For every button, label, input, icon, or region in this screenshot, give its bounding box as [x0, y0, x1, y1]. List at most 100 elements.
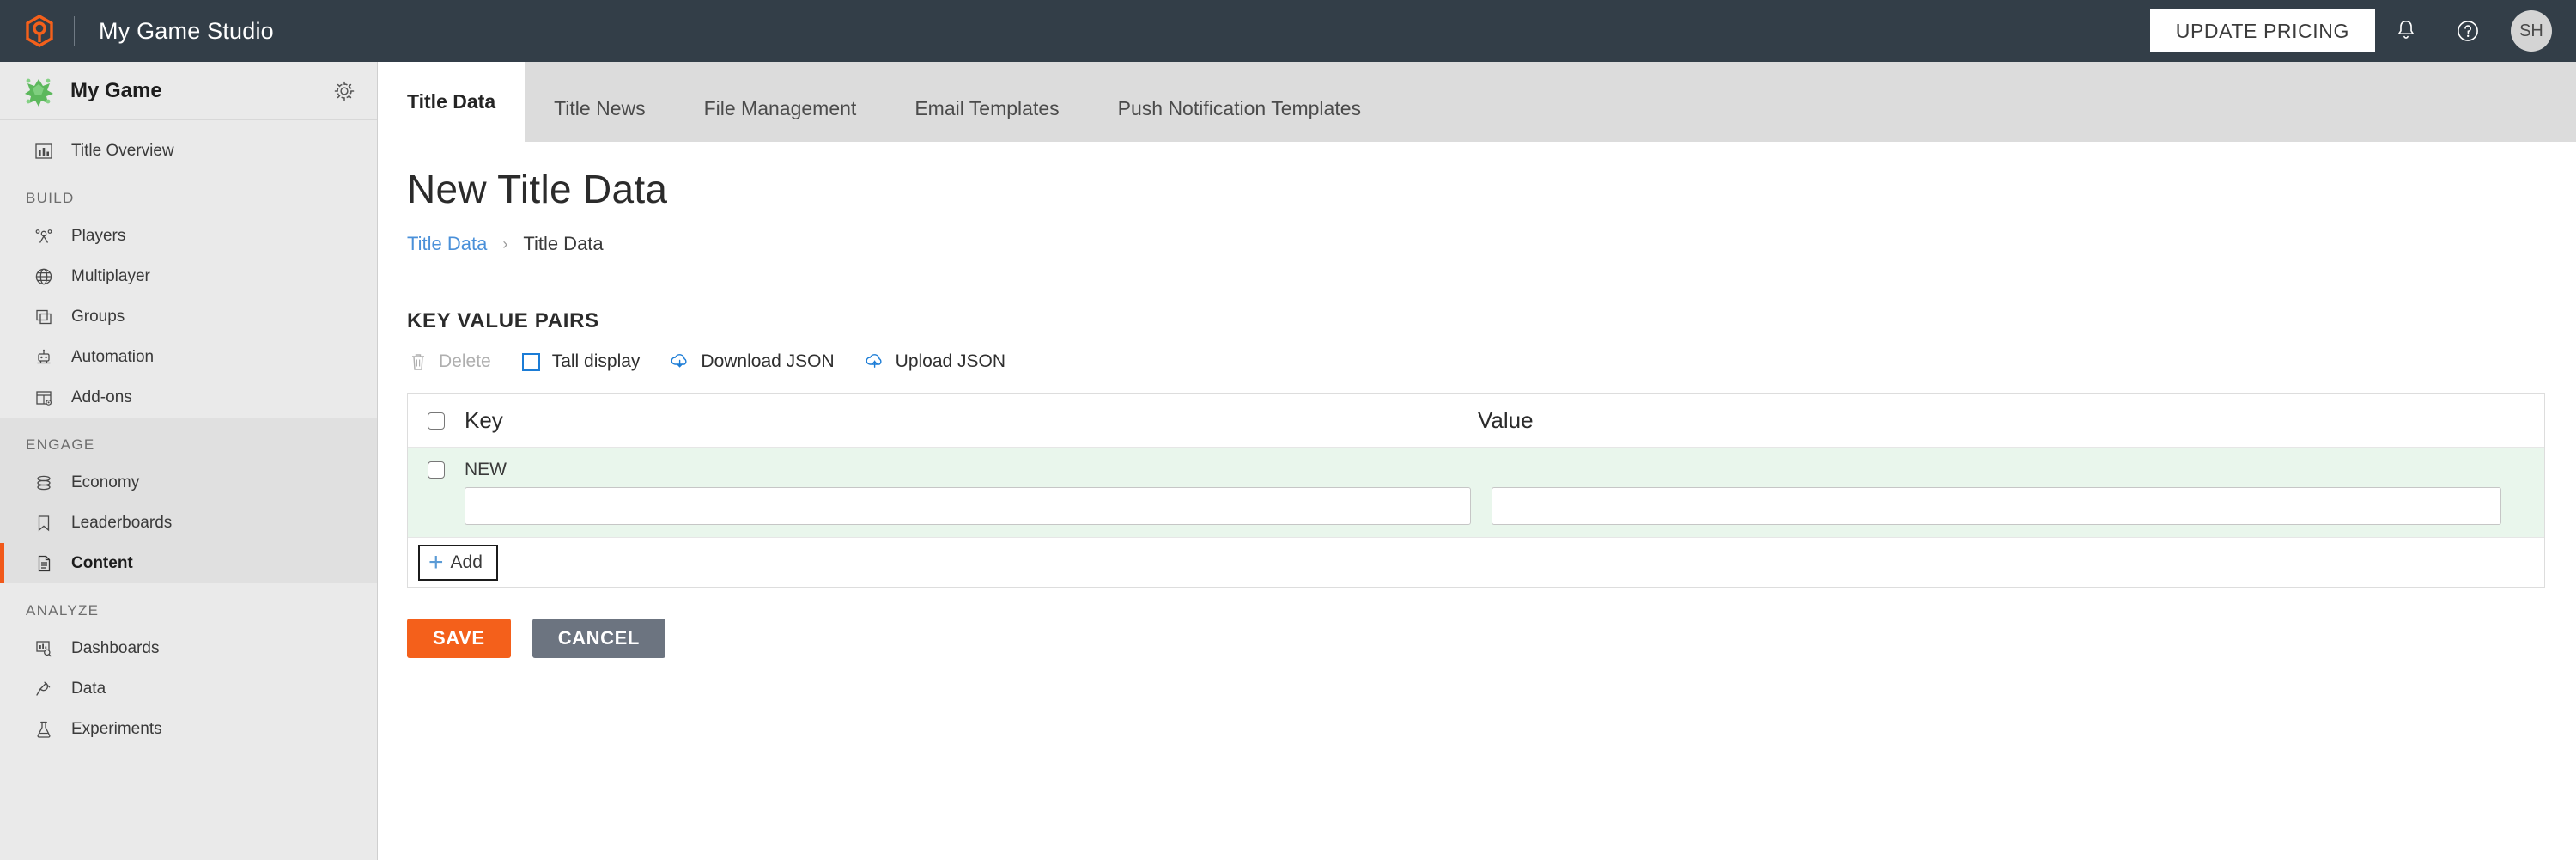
sidebar-item-label: Dashboards [71, 639, 159, 658]
tab-file-management[interactable]: File Management [675, 75, 886, 142]
plus-icon: + [428, 550, 444, 576]
sidebar-item-content[interactable]: Content [0, 543, 377, 583]
save-button[interactable]: SAVE [407, 619, 511, 658]
sidebar-item-groups[interactable]: Groups [0, 296, 377, 337]
trash-icon [407, 351, 429, 373]
game-name: My Game [70, 79, 162, 103]
main-content: New Title Data Title Data › Title Data K… [378, 142, 2576, 860]
sidebar-group-engage: ENGAGE Economy Leaderboards [0, 418, 377, 583]
people-icon [33, 225, 55, 247]
plug-icon [33, 678, 55, 700]
column-header-key: Key [465, 407, 1478, 434]
update-pricing-button[interactable]: UPDATE PRICING [2150, 9, 2375, 52]
add-row-container: + Add [408, 537, 2544, 587]
gear-icon[interactable] [329, 76, 360, 107]
delete-button[interactable]: Delete [407, 351, 491, 373]
breadcrumb-current: Title Data [523, 233, 603, 255]
cancel-button[interactable]: CANCEL [532, 619, 665, 658]
breadcrumb-link-title-data[interactable]: Title Data [407, 233, 487, 255]
sidebar-item-label: Players [71, 227, 125, 246]
sidebar-item-data[interactable]: Data [0, 668, 377, 709]
sidebar-item-label: Leaderboards [71, 514, 172, 533]
add-label: Add [451, 552, 483, 573]
sidebar-item-title-overview[interactable]: Title Overview [0, 131, 377, 171]
upload-json-label: Upload JSON [896, 351, 1005, 372]
robot-icon [33, 346, 55, 369]
row-select-cell [408, 461, 465, 479]
page-header: New Title Data Title Data › Title Data [378, 142, 2576, 278]
sidebar-item-automation[interactable]: Automation [0, 337, 377, 377]
section-title: KEY VALUE PAIRS [407, 309, 2576, 333]
page-title: New Title Data [407, 166, 2576, 212]
value-input[interactable] [1492, 487, 2501, 525]
sidebar-group-analyze: ANALYZE Dashboards [0, 583, 377, 749]
playfab-hexagon-logo-icon[interactable] [21, 12, 58, 50]
checkbox-icon [520, 351, 543, 373]
sidebar-item-label: Multiplayer [71, 267, 150, 286]
select-all-checkbox[interactable] [428, 412, 445, 430]
sidebar-group-label: ENGAGE [0, 418, 377, 462]
sidebar-item-label: Groups [71, 308, 125, 326]
dashboard-search-icon [33, 637, 55, 660]
select-all-cell [408, 412, 465, 430]
sidebar-item-label: Add-ons [71, 388, 132, 407]
top-header-bar: My Game Studio UPDATE PRICING SH [0, 0, 2576, 62]
tab-email-templates[interactable]: Email Templates [885, 75, 1088, 142]
sidebar-item-label: Experiments [71, 720, 162, 739]
row-checkbox[interactable] [428, 461, 445, 479]
sidebar: My Game Title Overview BUILD [0, 62, 378, 860]
tall-display-label: Tall display [552, 351, 641, 372]
sidebar-group-build: BUILD Players Multiplayer [0, 171, 377, 418]
game-header[interactable]: My Game [0, 62, 377, 120]
sidebar-item-leaderboards[interactable]: Leaderboards [0, 503, 377, 543]
breadcrumb: Title Data › Title Data [407, 233, 2576, 255]
sidebar-item-label: Content [71, 554, 133, 573]
green-game-avatar-icon [22, 75, 55, 107]
add-row-button[interactable]: + Add [418, 545, 498, 581]
table-row: NEW [408, 448, 2544, 537]
sidebar-item-multiplayer[interactable]: Multiplayer [0, 256, 377, 296]
sidebar-item-label: Economy [71, 473, 139, 492]
addons-grid-icon [33, 387, 55, 409]
download-json-label: Download JSON [701, 351, 834, 372]
sidebar-group-label: ANALYZE [0, 583, 377, 628]
table-header-row: Key Value [408, 394, 2544, 448]
table-row-inputs [408, 482, 2544, 525]
avatar[interactable]: SH [2511, 10, 2552, 52]
sidebar-item-add-ons[interactable]: Add-ons [0, 377, 377, 418]
bar-chart-icon [33, 140, 55, 162]
tall-display-toggle[interactable]: Tall display [520, 351, 641, 373]
key-value-table: Key Value NEW + Add [407, 393, 2545, 588]
bell-icon[interactable] [2375, 0, 2437, 62]
table-row-header: NEW [408, 448, 2544, 482]
copy-stack-icon [33, 306, 55, 328]
upload-json-button[interactable]: Upload JSON [864, 351, 1005, 373]
sidebar-group-label: BUILD [0, 171, 377, 216]
sidebar-item-economy[interactable]: Economy [0, 462, 377, 503]
table-toolbar: Delete Tall display Download JSON [407, 351, 2576, 373]
key-input[interactable] [465, 487, 1471, 525]
sidebar-item-label: Data [71, 680, 106, 698]
coins-stack-icon [33, 472, 55, 494]
column-header-value: Value [1478, 407, 2544, 434]
content-tabs: Title Data Title News File Management Em… [378, 62, 2576, 142]
cloud-upload-icon [864, 351, 886, 373]
sidebar-item-experiments[interactable]: Experiments [0, 709, 377, 749]
tab-title-data[interactable]: Title Data [378, 62, 525, 142]
row-status-badge: NEW [465, 460, 1478, 480]
tab-title-news[interactable]: Title News [525, 75, 675, 142]
sidebar-item-dashboards[interactable]: Dashboards [0, 628, 377, 668]
topbar-actions: UPDATE PRICING SH [2150, 0, 2576, 62]
flask-icon [33, 718, 55, 741]
tab-push-notification-templates[interactable]: Push Notification Templates [1089, 75, 1390, 142]
form-actions: SAVE CANCEL [407, 619, 2576, 658]
download-json-button[interactable]: Download JSON [669, 351, 834, 373]
help-circle-icon[interactable] [2437, 0, 2499, 62]
brand-divider [74, 16, 75, 46]
cloud-download-icon [669, 351, 691, 373]
delete-label: Delete [439, 351, 491, 372]
nav-spacer [0, 120, 377, 131]
sidebar-item-players[interactable]: Players [0, 216, 377, 256]
chevron-right-icon: › [502, 235, 507, 253]
sidebar-item-label: Automation [71, 348, 154, 367]
